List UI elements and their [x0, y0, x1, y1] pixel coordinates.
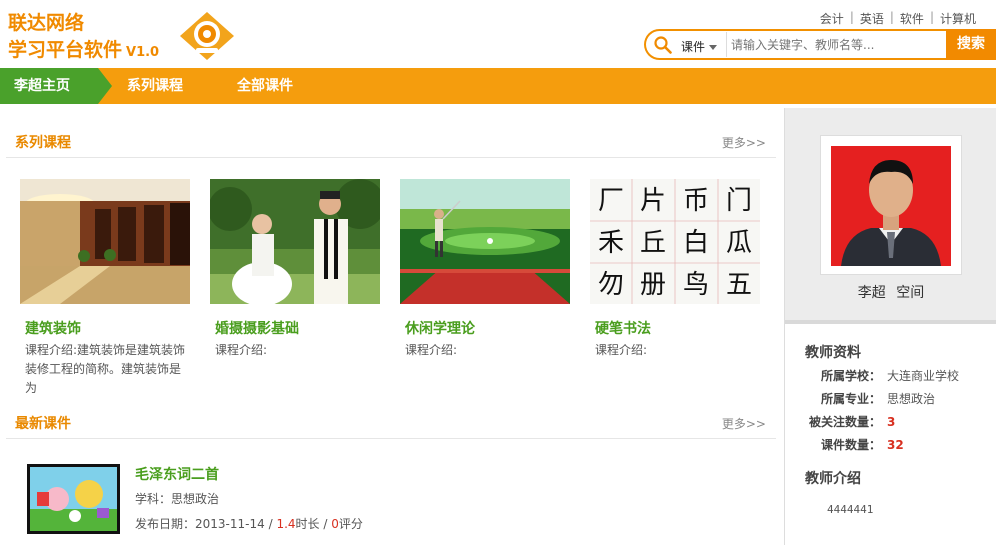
- school-label: 所属学校：: [820, 369, 881, 383]
- publish-date: 2013-11-14: [195, 517, 265, 531]
- latest-more-link[interactable]: 更多>>: [722, 415, 766, 432]
- series-more-link[interactable]: 更多>>: [722, 134, 766, 151]
- courseware-title[interactable]: 毛泽东词二首: [135, 464, 219, 484]
- top-link-accounting[interactable]: 会计: [820, 10, 844, 27]
- score-label: 评分: [338, 517, 363, 531]
- courseware-subject: 学科：思想政治: [135, 492, 220, 506]
- teacher-sidebar: 李超 空间 教师资料 所属学校： 大连商业学校 所属专业： 思想政治 被关注数量： 3…: [784, 108, 996, 545]
- calligraphy-character: 片: [640, 186, 666, 216]
- course-desc: 课程介绍:: [405, 343, 458, 357]
- series-section-title: 系列课程: [15, 135, 71, 151]
- followers-value: 3: [887, 415, 896, 429]
- course-desc: 课程介绍:: [595, 343, 648, 357]
- search-button[interactable]: 搜索: [946, 29, 996, 60]
- followers-row: 被关注数量： 3: [805, 413, 895, 430]
- calligraphy-character: 鸟: [683, 270, 709, 300]
- courses-count-row: 课件数量： 32: [805, 436, 904, 453]
- calligraphy-character: 币: [683, 186, 709, 216]
- teacher-intro-text: 4444441: [827, 503, 874, 516]
- score-value: 0: [331, 517, 339, 531]
- teacher-profile-panel: 教师资料 所属学校： 大连商业学校 所属专业： 思想政治 被关注数量： 3 课件数量：…: [785, 320, 996, 545]
- divider: |: [889, 10, 894, 24]
- search-bar: 课件: [644, 29, 946, 60]
- teacher-name[interactable]: 李超: [858, 285, 886, 301]
- course-card: 厂片币门禾丘白瓜勿册鸟五 硬笔书法 课程介绍:: [590, 179, 762, 360]
- courseware-thumbnail[interactable]: [27, 464, 120, 534]
- courseware-meta: 发布日期：2013-11-14 / 1.4时长 / 0评分: [135, 515, 363, 532]
- course-card: 婚摄摄影基础 课程介绍:: [210, 179, 382, 360]
- teacher-avatar[interactable]: [831, 146, 951, 266]
- course-desc: 课程介绍:: [215, 343, 268, 357]
- calligraphy-character: 册: [640, 270, 666, 300]
- top-link-english[interactable]: 英语: [860, 10, 884, 27]
- course-title[interactable]: 婚摄摄影基础: [210, 318, 382, 338]
- course-thumbnail-architecture[interactable]: [20, 179, 190, 304]
- search-input[interactable]: [726, 32, 946, 57]
- calligraphy-character: 丘: [640, 228, 666, 258]
- major-label: 所属专业：: [820, 392, 881, 406]
- calligraphy-character: 厂: [598, 186, 624, 216]
- nav-series-courses[interactable]: 系列课程: [127, 68, 183, 104]
- duration-label: 时长: [295, 517, 320, 531]
- version-label: V1.0: [126, 45, 160, 60]
- latest-section-header: 最新课件 更多>>: [6, 389, 776, 439]
- course-title[interactable]: 休闲学理论: [400, 318, 572, 338]
- calligraphy-character: 勿: [598, 270, 624, 300]
- series-section-header: 系列课程 更多>>: [6, 108, 776, 158]
- site-logo-text[interactable]: 联达网络 学习平台软件 V1.0: [8, 10, 159, 66]
- major-value: 思想政治: [887, 392, 936, 406]
- calligraphy-character: 白: [683, 228, 709, 258]
- divider: |: [929, 10, 934, 24]
- course-card: 建筑装饰 课程介绍:建筑装饰是建筑装饰装修工程的简称。建筑装饰是为: [20, 179, 192, 398]
- top-links: 会计 | 英语 | 软件 | 计算机: [820, 10, 976, 27]
- school-value: 大连商业学校: [887, 369, 960, 383]
- calligraphy-character: 五: [726, 270, 752, 300]
- divider: |: [849, 10, 854, 24]
- course-thumbnail-wedding[interactable]: [210, 179, 380, 304]
- site-header: 联达网络 学习平台软件V1.0 会计 | 英语 | 软件 | 计算机 课件 搜索: [0, 0, 996, 68]
- teacher-photo-card: [820, 135, 962, 275]
- logo-camera-icon: [180, 12, 234, 60]
- calligraphy-character: 禾: [598, 228, 624, 258]
- nav-home-tab[interactable]: 李超主页: [0, 68, 112, 104]
- teacher-info-title: 教师资料: [805, 345, 861, 361]
- calligraphy-character: 门: [726, 186, 752, 216]
- meta-separator: /: [264, 517, 277, 531]
- publish-date-label: 发布日期：: [135, 517, 196, 531]
- search-icon: [654, 36, 672, 54]
- main-nav: 李超主页 系列课程 全部课件: [0, 68, 996, 104]
- search-category-select[interactable]: 课件: [681, 38, 718, 55]
- meta-separator: /: [319, 517, 332, 531]
- school-row: 所属学校： 大连商业学校: [805, 367, 959, 384]
- top-link-computer[interactable]: 计算机: [940, 10, 976, 27]
- top-link-software[interactable]: 软件: [900, 10, 924, 27]
- duration-value: 1.4: [276, 517, 296, 531]
- logo-line-2: 学习平台软件: [8, 39, 123, 61]
- teacher-intro-title: 教师介绍: [805, 471, 861, 487]
- teacher-space-link[interactable]: 空间: [896, 285, 924, 301]
- calligraphy-character: 瓜: [726, 228, 752, 258]
- course-thumbnail-calligraphy[interactable]: 厂片币门禾丘白瓜勿册鸟五: [590, 179, 760, 304]
- courses-count-label: 课件数量：: [820, 438, 881, 452]
- course-title[interactable]: 建筑装饰: [20, 318, 192, 338]
- teacher-name-row: 李超 空间: [785, 282, 996, 302]
- courses-count-value: 32: [887, 438, 904, 452]
- nav-all-courseware[interactable]: 全部课件: [237, 68, 293, 104]
- followers-label: 被关注数量：: [808, 415, 881, 429]
- logo-line-1: 联达网络: [8, 12, 85, 34]
- chevron-down-icon: [709, 45, 718, 50]
- latest-section-title: 最新课件: [15, 416, 71, 432]
- course-thumbnail-golf[interactable]: [400, 179, 570, 304]
- course-card: 休闲学理论 课程介绍:: [400, 179, 572, 360]
- major-row: 所属专业： 思想政治: [805, 390, 935, 407]
- course-title[interactable]: 硬笔书法: [590, 318, 762, 338]
